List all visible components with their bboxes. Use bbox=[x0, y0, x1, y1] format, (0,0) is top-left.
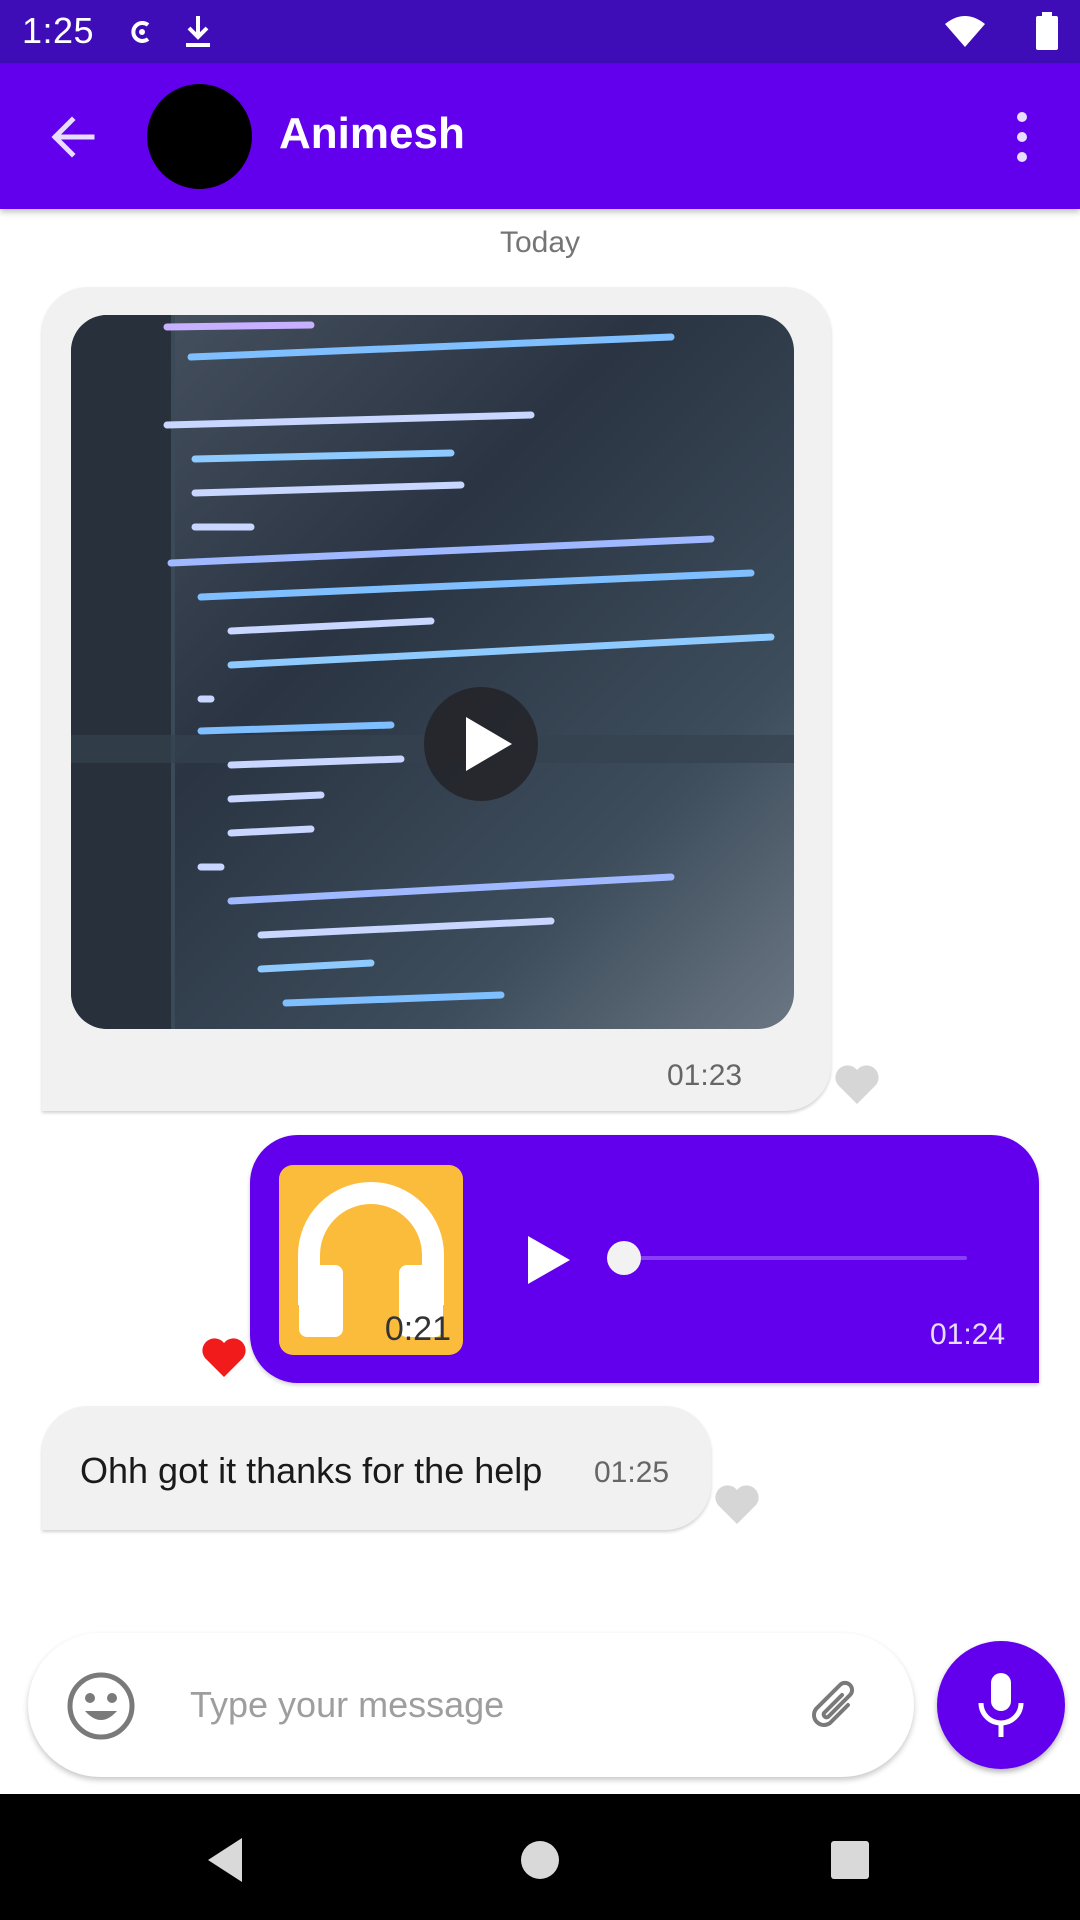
message-time: 01:24 bbox=[930, 1318, 1006, 1351]
heart-icon[interactable] bbox=[833, 1062, 881, 1106]
video-play-button[interactable] bbox=[424, 687, 538, 801]
video-thumbnail[interactable] bbox=[71, 315, 794, 1029]
audio-cover: 0:21 bbox=[279, 1165, 463, 1355]
message-time: 01:23 bbox=[667, 1059, 743, 1092]
nav-recents-icon[interactable] bbox=[820, 1830, 880, 1890]
microphone-icon bbox=[978, 1673, 1024, 1737]
status-time: 1:25 bbox=[22, 10, 95, 51]
audio-duration: 0:21 bbox=[384, 1310, 451, 1348]
heart-icon[interactable] bbox=[200, 1335, 248, 1379]
message-text: Ohh got it thanks for the help bbox=[80, 1450, 543, 1491]
emoji-icon[interactable] bbox=[66, 1671, 136, 1741]
app-bar: Animesh bbox=[0, 63, 1080, 209]
nav-home-icon[interactable] bbox=[510, 1830, 570, 1890]
audio-message-bubble[interactable]: 0:21 01:24 bbox=[250, 1135, 1039, 1383]
video-message-bubble[interactable]: 01:23 bbox=[42, 287, 831, 1111]
avatar[interactable] bbox=[147, 84, 252, 189]
message-input[interactable] bbox=[190, 1677, 640, 1733]
wifi-icon bbox=[945, 16, 985, 47]
sync-icon bbox=[131, 21, 150, 43]
audio-seekbar[interactable] bbox=[624, 1256, 967, 1260]
date-separator: Today bbox=[499, 226, 581, 259]
nav-back-icon[interactable] bbox=[196, 1830, 256, 1890]
back-arrow-icon[interactable] bbox=[42, 106, 104, 168]
contact-name[interactable]: Animesh bbox=[279, 109, 465, 159]
code-screenshot-image bbox=[71, 315, 794, 1029]
navigation-bar bbox=[0, 1794, 1080, 1920]
message-composer bbox=[28, 1633, 914, 1777]
status-bar: 1:25 bbox=[0, 0, 1080, 63]
heart-icon[interactable] bbox=[713, 1482, 761, 1526]
seekbar-thumb[interactable] bbox=[607, 1241, 641, 1275]
audio-play-icon[interactable] bbox=[524, 1232, 574, 1288]
overflow-menu-icon[interactable] bbox=[1002, 107, 1042, 167]
battery-icon bbox=[1036, 12, 1058, 50]
play-icon bbox=[466, 717, 512, 771]
download-icon bbox=[186, 16, 210, 47]
message-time: 01:25 bbox=[594, 1456, 670, 1489]
paperclip-icon[interactable] bbox=[806, 1675, 866, 1735]
mic-button[interactable] bbox=[937, 1641, 1065, 1769]
text-message-bubble[interactable]: Ohh got it thanks for the help 01:25 bbox=[42, 1406, 711, 1530]
